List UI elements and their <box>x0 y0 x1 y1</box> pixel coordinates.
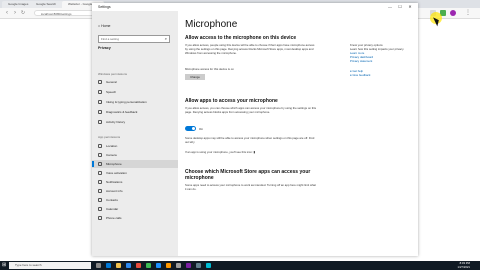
sidebar-item-speech[interactable]: Speech <box>92 88 178 96</box>
sidebar-item-contacts[interactable]: Contacts <box>92 196 178 204</box>
minimize-button[interactable]: — <box>386 3 394 11</box>
account-icon <box>98 189 102 193</box>
microphone-icon <box>98 162 102 166</box>
file-explorer-icon[interactable] <box>116 263 121 268</box>
sidebar-item-voice-activation[interactable]: Voice activation <box>92 169 178 177</box>
sidebar-item-account-info[interactable]: Account info <box>92 187 178 195</box>
back-icon[interactable]: ‹ <box>4 10 10 16</box>
sidebar-item-general[interactable]: General <box>92 78 178 86</box>
section-heading: Allow apps to access your microphone <box>185 98 278 104</box>
page-title: Microphone <box>185 19 238 30</box>
settings-search-input[interactable]: Find a setting ⌕ <box>98 35 170 43</box>
app-icon[interactable] <box>166 263 171 268</box>
desktop-apps-note: Some desktop apps may still be able to a… <box>185 136 315 144</box>
store-icon[interactable] <box>126 263 131 268</box>
location-icon <box>98 144 102 148</box>
sidebar-item-phone-calls[interactable]: Phone calls <box>92 214 178 222</box>
activity-icon <box>98 120 102 124</box>
phone-icon <box>98 216 102 220</box>
lock-icon <box>98 80 102 84</box>
app-icon[interactable] <box>206 263 211 268</box>
close-button[interactable]: ✕ <box>406 3 414 11</box>
windows-start-icon[interactable]: ⊞ <box>2 263 7 268</box>
contacts-icon <box>98 198 102 202</box>
forward-icon[interactable]: › <box>12 10 18 16</box>
app-icon[interactable] <box>136 263 141 268</box>
microphone-icon: ▮ <box>253 150 256 154</box>
settings-taskbar-icon[interactable] <box>196 263 201 268</box>
app-icon[interactable] <box>176 263 181 268</box>
task-view-icon[interactable] <box>96 263 101 268</box>
give-feedback-link[interactable]: ● Give feedback <box>350 73 414 77</box>
system-clock[interactable]: 8:03 PM 1/27/2021 <box>440 261 470 269</box>
toggle-state-label: On <box>199 127 204 131</box>
sidebar-item-microphone[interactable]: Microphone <box>92 160 178 168</box>
taskbar-search-input[interactable]: Type here to search <box>9 262 91 269</box>
sidebar-subheading: Windows permissions <box>98 72 128 76</box>
sidebar-item-calendar[interactable]: Calendar <box>92 205 178 213</box>
app-icon[interactable] <box>186 263 191 268</box>
camera-icon <box>98 153 102 157</box>
section-heading: Allow access to the microphone on this d… <box>185 35 297 41</box>
voice-icon <box>98 171 102 175</box>
change-button[interactable]: Change <box>185 74 205 80</box>
section-description: Some apps need to access your microphone… <box>185 183 316 191</box>
browser-tab[interactable]: Google Search <box>30 1 66 8</box>
section-description: If you allow access, you can choose whic… <box>185 106 317 114</box>
related-panel: Know your privacy options Learn how this… <box>350 43 414 77</box>
in-use-text: If an app is using your microphone, you'… <box>185 150 256 154</box>
app-icon[interactable] <box>156 263 161 268</box>
sidebar-section-title: Privacy <box>98 46 111 50</box>
section-description: If you allow access, people using this d… <box>185 43 315 55</box>
sidebar-subheading: App permissions <box>98 135 121 139</box>
search-icon: ⌕ <box>164 36 167 41</box>
sidebar-item-activity[interactable]: Activity history <box>92 118 178 126</box>
window-title: Settings <box>98 5 111 9</box>
speech-icon <box>98 90 102 94</box>
pen-icon <box>98 100 102 104</box>
more-menu-icon[interactable]: ⋮ <box>465 10 471 16</box>
feedback-icon <box>98 110 102 114</box>
settings-content: Microphone Allow access to the microphon… <box>178 11 418 256</box>
edge-icon[interactable] <box>106 263 111 268</box>
microphone-access-toggle[interactable] <box>185 126 196 131</box>
device-status-text: Microphone access for this device is on <box>185 67 234 71</box>
notification-icon <box>98 180 102 184</box>
sidebar-home[interactable]: ⌂ Home <box>98 24 110 28</box>
window-titlebar: Settings — ☐ ✕ <box>92 3 418 11</box>
sidebar-item-notifications[interactable]: Notifications <box>92 178 178 186</box>
settings-window: Settings — ☐ ✕ ⌂ Home Find a setting ⌕ P… <box>92 3 418 256</box>
chrome-icon[interactable] <box>146 263 151 268</box>
reload-icon[interactable]: ↻ <box>20 10 26 16</box>
sidebar-item-location[interactable]: Location <box>92 142 178 150</box>
settings-sidebar: ⌂ Home Find a setting ⌕ Privacy Windows … <box>92 11 178 256</box>
maximize-button[interactable]: ☐ <box>396 3 404 11</box>
sidebar-item-diagnostics[interactable]: Diagnostics & feedback <box>92 108 178 116</box>
sidebar-item-camera[interactable]: Camera <box>92 151 178 159</box>
calendar-icon <box>98 207 102 211</box>
home-icon: ⌂ <box>98 24 101 28</box>
section-heading: Choose which Microsoft Store apps can ac… <box>185 169 311 181</box>
profile-icon[interactable] <box>450 10 456 16</box>
sidebar-item-inking[interactable]: Inking & typing personalization <box>92 98 178 106</box>
